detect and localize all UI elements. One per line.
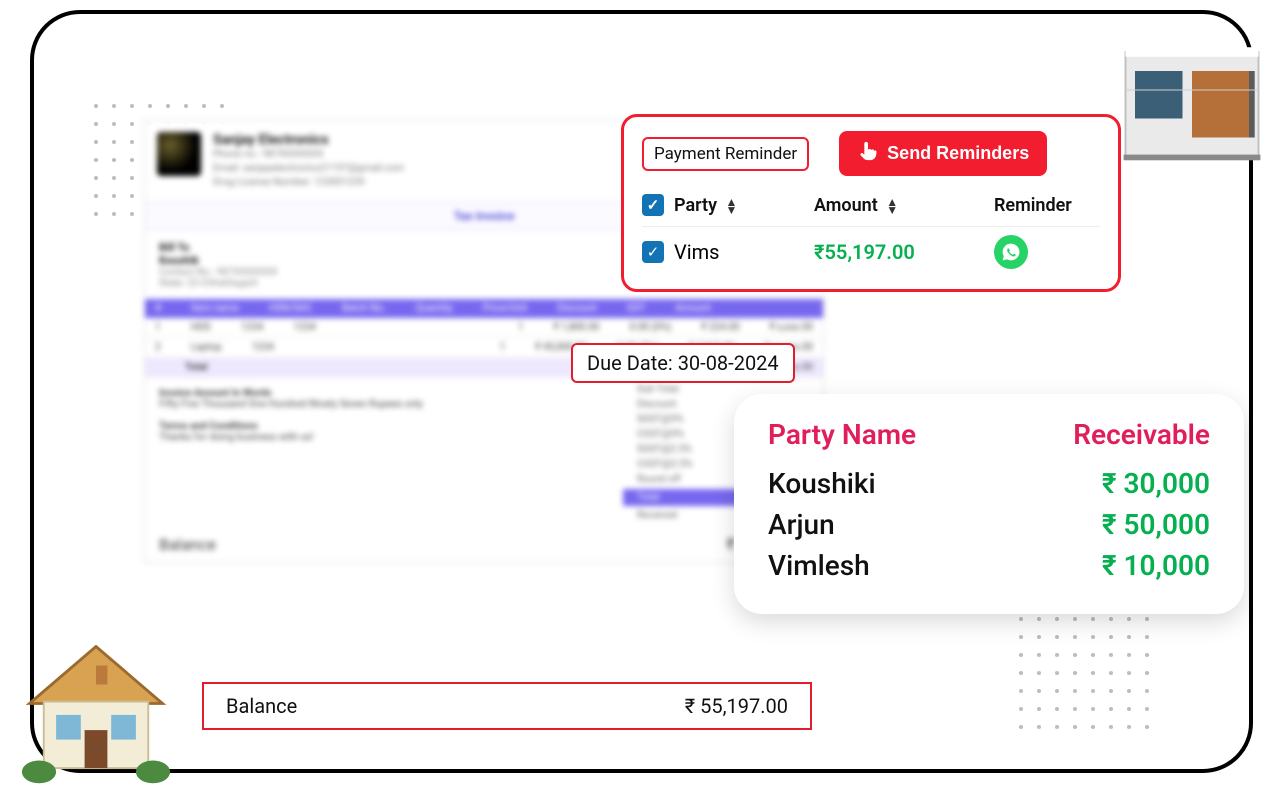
party-name: Arjun bbox=[768, 508, 835, 541]
company-logo bbox=[157, 132, 201, 176]
sort-icon[interactable]: ▲▼ bbox=[726, 198, 738, 214]
app-frame: Sanjay Electronics Phone no.: 987XXXXXXX… bbox=[30, 10, 1253, 773]
col-receivable: Receivable bbox=[1073, 418, 1210, 451]
select-all-checkbox[interactable]: ✓ bbox=[642, 194, 664, 216]
whatsapp-icon[interactable] bbox=[994, 235, 1028, 269]
payment-reminder-label[interactable]: Payment Reminder bbox=[642, 137, 809, 171]
party-amount: ₹55,197.00 bbox=[814, 240, 984, 264]
col-party-label[interactable]: Party bbox=[674, 195, 717, 216]
receivable-row: Arjun ₹ 50,000 bbox=[768, 504, 1210, 545]
balance-label: Balance bbox=[226, 694, 297, 718]
receivable-amount: ₹ 30,000 bbox=[1102, 467, 1210, 500]
decorative-dots-bottom-right bbox=[1019, 617, 1149, 729]
col-reminder-label: Reminder bbox=[994, 195, 1072, 216]
reminder-table-header: ✓ Party ▲▼ Amount ▲▼ Reminder bbox=[642, 190, 1100, 226]
due-date-highlight: Due Date: 30-08-2024 bbox=[571, 343, 795, 383]
due-date-value: 30-08-2024 bbox=[678, 351, 779, 375]
receivable-row: Vimlesh ₹ 10,000 bbox=[768, 545, 1210, 586]
reminder-row: ✓ Vims ₹55,197.00 bbox=[642, 226, 1100, 277]
col-party-name: Party Name bbox=[768, 418, 916, 451]
receivable-row: Koushiki ₹ 30,000 bbox=[768, 463, 1210, 504]
send-reminders-label: Send Reminders bbox=[887, 143, 1029, 164]
sort-icon[interactable]: ▲▼ bbox=[886, 198, 898, 214]
party-name: Vimlesh bbox=[768, 549, 870, 582]
tap-icon bbox=[857, 140, 879, 167]
company-name: Sanjay Electronics bbox=[213, 132, 404, 148]
receivable-amount: ₹ 10,000 bbox=[1102, 549, 1210, 582]
receivable-amount: ₹ 50,000 bbox=[1102, 508, 1210, 541]
receivable-card: Party Name Receivable Koushiki ₹ 30,000 … bbox=[734, 394, 1244, 614]
payment-reminder-card: Payment Reminder Send Reminders ✓ Party … bbox=[621, 114, 1121, 292]
house-illustration-bottom-left bbox=[1, 599, 191, 789]
party-name: Koushiki bbox=[768, 467, 876, 500]
party-name: Vims bbox=[674, 240, 804, 264]
due-date-label: Due Date: bbox=[587, 351, 673, 375]
balance-value: ₹ 55,197.00 bbox=[685, 694, 788, 718]
row-checkbox[interactable]: ✓ bbox=[642, 241, 664, 263]
col-amount-label[interactable]: Amount bbox=[814, 195, 878, 216]
balance-highlight: Balance ₹ 55,197.00 bbox=[202, 682, 812, 730]
house-illustration-top-right bbox=[1097, 0, 1283, 185]
send-reminders-button[interactable]: Send Reminders bbox=[839, 131, 1047, 176]
